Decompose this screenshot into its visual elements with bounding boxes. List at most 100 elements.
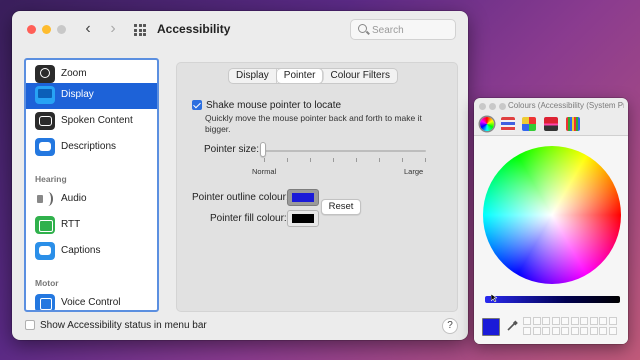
palette-slot[interactable]: [561, 317, 569, 325]
palette-slot[interactable]: [589, 327, 598, 335]
status-in-menu-bar-checkbox[interactable]: [25, 320, 35, 330]
sidebar-item-audio[interactable]: Audio: [26, 187, 157, 213]
pointer-size-label: Pointer size:: [204, 144, 260, 155]
title-bar: ‹ › Accessibility: [12, 11, 468, 47]
shake-pointer-label: Shake mouse pointer to locate: [206, 100, 342, 111]
slider-tick: [333, 158, 334, 162]
sidebar-item-label: Audio: [61, 193, 87, 204]
sidebar-item-display[interactable]: Display: [26, 83, 157, 109]
outline-colour-label: Pointer outline colour:: [192, 192, 289, 203]
rtt-icon: [35, 216, 55, 234]
search-input[interactable]: [372, 23, 452, 37]
colours-minimize-button[interactable]: [489, 103, 496, 110]
fill-colour-label: Pointer fill colour:: [210, 213, 287, 224]
search-icon: [358, 24, 367, 33]
eyedropper-icon[interactable]: [506, 320, 518, 332]
preferences-window: ‹ › Accessibility Zoom Display Spoken Co…: [12, 11, 468, 340]
sidebar: Zoom Display Spoken Content Descriptions…: [24, 58, 159, 312]
shake-pointer-checkbox[interactable]: [192, 100, 202, 110]
image-palettes-tab-icon[interactable]: [544, 117, 558, 131]
palette-slot[interactable]: [523, 317, 531, 325]
back-chevron-icon[interactable]: ‹: [80, 20, 96, 38]
speaker-icon: [35, 190, 55, 208]
minimize-button[interactable]: [42, 25, 51, 34]
palette-slot[interactable]: [532, 327, 541, 335]
sidebar-item-label: Captions: [61, 245, 101, 256]
window-title: Accessibility: [157, 22, 231, 36]
slider-tick: [356, 158, 357, 162]
brightness-slider[interactable]: [485, 296, 620, 303]
palette-slot[interactable]: [580, 327, 588, 335]
sidebar-item-label: Voice Control: [61, 297, 121, 308]
palette-slot[interactable]: [570, 317, 579, 325]
colour-picker-body: [474, 136, 628, 344]
sidebar-item-captions[interactable]: Captions: [26, 239, 157, 265]
sidebar-item-spoken-content[interactable]: Spoken Content: [26, 109, 157, 135]
captions-icon: [35, 242, 55, 260]
palette-slot[interactable]: [608, 327, 617, 335]
tab-pointer[interactable]: Pointer: [276, 69, 324, 83]
pencils-tab-icon[interactable]: [566, 117, 580, 131]
voice-control-icon: [35, 294, 55, 310]
tab-display[interactable]: Display: [229, 69, 277, 83]
pointer-size-slider[interactable]: [264, 150, 426, 152]
colours-window-title: Colours (Accessibility (System Preferenc…: [508, 101, 624, 110]
sidebar-item-rtt[interactable]: RTT: [26, 213, 157, 239]
speech-bubble-icon: [35, 112, 55, 130]
help-button[interactable]: ?: [442, 318, 458, 334]
section-header-hearing: Hearing: [35, 174, 67, 184]
slider-tick: [402, 158, 403, 162]
slider-max-label: Large: [404, 167, 424, 176]
fill-colour-swatch: [292, 214, 314, 223]
palette-slot[interactable]: [523, 327, 531, 335]
colours-window: Colours (Accessibility (System Preferenc…: [474, 98, 628, 344]
palette-slot[interactable]: [608, 317, 617, 325]
shake-pointer-description: Quickly move the mouse pointer back and …: [205, 113, 422, 134]
palette-slot[interactable]: [551, 317, 560, 325]
magnifier-icon: [35, 65, 55, 83]
palette-slot[interactable]: [599, 317, 607, 325]
sidebar-item-label: Spoken Content: [61, 115, 133, 126]
slider-tick: [287, 158, 288, 162]
tab-colour-filters[interactable]: Colour Filters: [323, 69, 396, 83]
pointer-cursor-icon: [491, 294, 497, 302]
colour-palettes-tab-icon[interactable]: [522, 117, 536, 131]
palette-slot[interactable]: [561, 327, 569, 335]
pointer-size-slider-knob[interactable]: [260, 142, 266, 157]
reset-button[interactable]: Reset: [321, 199, 361, 215]
sidebar-item-voice-control[interactable]: Voice Control: [26, 291, 157, 310]
section-header-motor: Motor: [35, 278, 59, 288]
palette-slot[interactable]: [551, 327, 560, 335]
slider-tick: [310, 158, 311, 162]
tab-bar: Display Pointer Colour Filters: [228, 68, 398, 84]
palette-slot[interactable]: [580, 317, 588, 325]
colours-zoom-button[interactable]: [499, 103, 506, 110]
forward-chevron-icon[interactable]: ›: [105, 20, 121, 38]
status-in-menu-bar-label: Show Accessibility status in menu bar: [40, 320, 207, 331]
zoom-button[interactable]: [57, 25, 66, 34]
palette-slot[interactable]: [570, 327, 579, 335]
sidebar-item-descriptions[interactable]: Descriptions: [26, 135, 157, 161]
show-all-grid-icon[interactable]: [134, 24, 146, 36]
colour-wheel[interactable]: [483, 146, 621, 284]
colour-sliders-tab-icon[interactable]: [501, 117, 515, 131]
palette-slot[interactable]: [589, 317, 598, 325]
slider-tick: [264, 158, 265, 162]
fill-colour-well[interactable]: [287, 210, 319, 227]
sidebar-item-label: Descriptions: [61, 141, 117, 152]
sidebar-item-label: Display: [61, 89, 94, 100]
display-icon: [35, 86, 55, 104]
slider-tick: [425, 158, 426, 162]
palette-slot[interactable]: [532, 317, 541, 325]
close-button[interactable]: [27, 25, 36, 34]
palette-slot[interactable]: [542, 317, 550, 325]
descriptions-icon: [35, 138, 55, 156]
sidebar-item-label: Zoom: [61, 68, 87, 79]
palette-slot[interactable]: [542, 327, 550, 335]
outline-colour-well[interactable]: [287, 189, 319, 206]
search-field[interactable]: [350, 19, 456, 40]
colour-wheel-tab-icon[interactable]: [480, 117, 494, 131]
palette-slot[interactable]: [599, 327, 607, 335]
colours-close-button[interactable]: [479, 103, 486, 110]
current-colour-swatch[interactable]: [482, 318, 500, 336]
